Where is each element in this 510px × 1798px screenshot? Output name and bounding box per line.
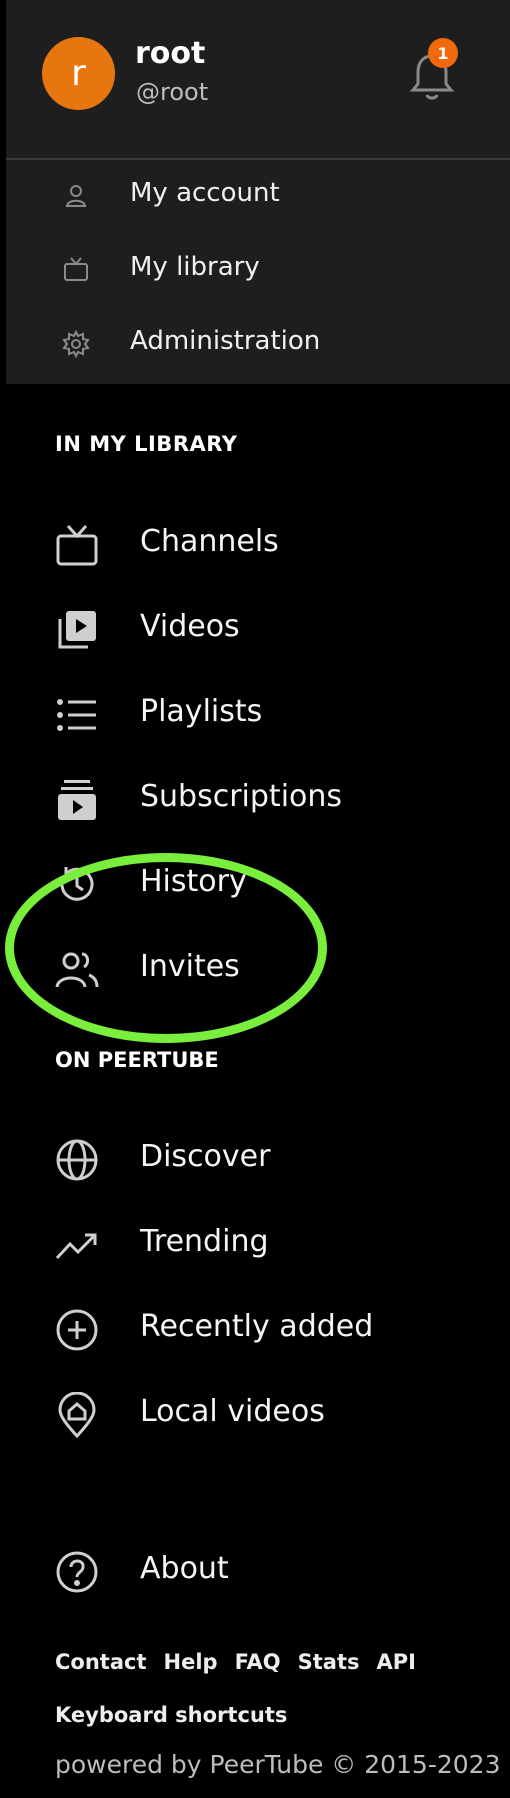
nav-item-playlists[interactable]: Playlists (0, 677, 510, 747)
trending-icon (54, 1222, 100, 1268)
nav-item-about[interactable]: About (0, 1534, 510, 1604)
nav-item-label: History (140, 864, 247, 899)
nav-item-discover[interactable]: Discover (0, 1122, 510, 1192)
globe-icon (54, 1137, 100, 1183)
nav-item-local-videos[interactable]: Local videos (0, 1377, 510, 1447)
nav-item-channels[interactable]: Channels (0, 507, 510, 577)
video-stack-icon (54, 607, 100, 653)
divider (6, 158, 510, 160)
avatar[interactable]: r (42, 37, 115, 110)
nav-item-label: Videos (140, 609, 240, 644)
tv-icon (60, 254, 92, 286)
section-title-library: IN MY LIBRARY (55, 432, 238, 456)
user-handle: @root (136, 78, 209, 106)
question-circle-icon (54, 1549, 100, 1595)
user-name: root (135, 36, 206, 71)
nav-item-label: Discover (140, 1139, 271, 1174)
nav-item-trending[interactable]: Trending (0, 1207, 510, 1277)
nav-item-subscriptions[interactable]: Subscriptions (0, 762, 510, 832)
menu-item-my-account[interactable]: My account (0, 166, 504, 226)
tv-icon (54, 522, 100, 568)
footer-link-contact[interactable]: Contact (55, 1650, 147, 1674)
menu-item-administration[interactable]: Administration (0, 314, 504, 374)
footer-link-faq[interactable]: FAQ (235, 1650, 281, 1674)
nav-item-label: About (140, 1551, 229, 1586)
menu-item-label: My library (130, 252, 260, 282)
footer-links: Contact Help FAQ Stats API (55, 1650, 433, 1674)
user-icon (60, 180, 92, 212)
nav-item-label: Subscriptions (140, 779, 343, 814)
nav-item-label: Local videos (140, 1394, 325, 1429)
footer-link-stats[interactable]: Stats (298, 1650, 360, 1674)
list-icon (54, 692, 100, 738)
menu-item-label: Administration (130, 326, 321, 356)
menu-item-label: My account (130, 178, 280, 208)
footer-link-api[interactable]: API (376, 1650, 415, 1674)
nav-item-invites[interactable]: Invites (0, 932, 510, 1002)
subscriptions-icon (54, 777, 100, 823)
nav-item-history[interactable]: History (0, 847, 510, 917)
keyboard-shortcuts-link[interactable]: Keyboard shortcuts (55, 1703, 287, 1727)
nav-item-videos[interactable]: Videos (0, 592, 510, 662)
gear-icon (60, 328, 92, 360)
users-icon (54, 947, 100, 993)
nav-item-label: Playlists (140, 694, 263, 729)
notification-badge: 1 (428, 38, 458, 68)
nav-item-label: Trending (140, 1224, 269, 1259)
section-title-peertube: ON PEERTUBE (55, 1048, 219, 1072)
home-pin-icon (54, 1392, 100, 1438)
powered-by: powered by PeerTube © 2015-2023 (55, 1750, 501, 1779)
footer-link-help[interactable]: Help (164, 1650, 218, 1674)
nav-item-label: Channels (140, 524, 279, 559)
history-icon (54, 862, 100, 908)
menu-item-my-library[interactable]: My library (0, 240, 504, 300)
nav-item-label: Recently added (140, 1309, 374, 1344)
nav-item-label: Invites (140, 949, 240, 984)
plus-circle-icon (54, 1307, 100, 1353)
nav-item-recently-added[interactable]: Recently added (0, 1292, 510, 1362)
